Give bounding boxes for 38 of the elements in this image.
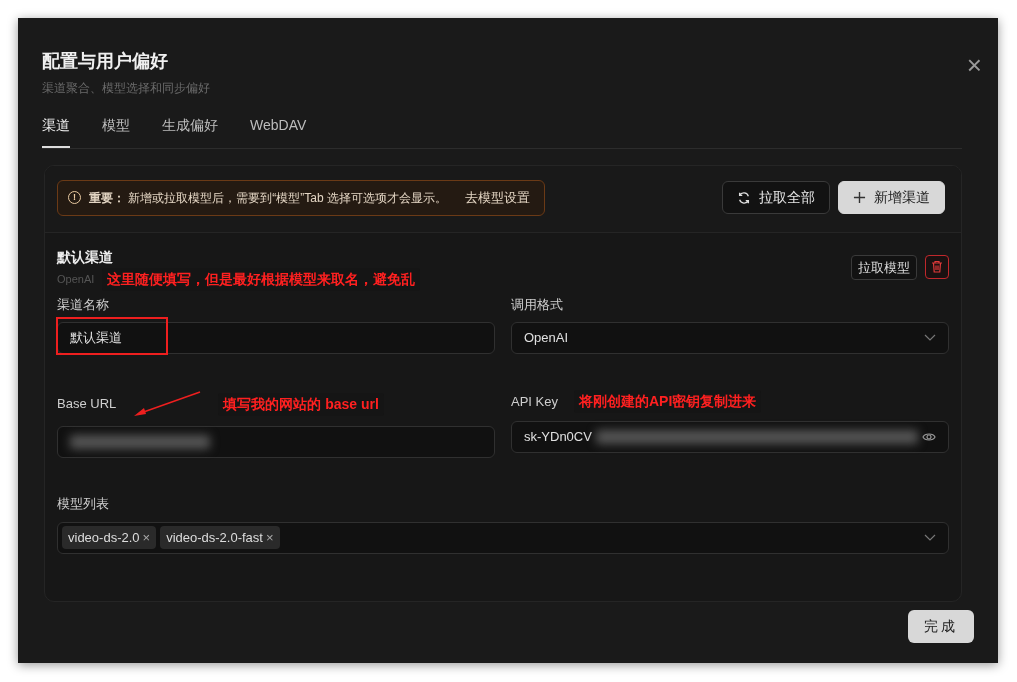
eye-icon[interactable] <box>922 432 936 442</box>
field-label: 调用格式 <box>511 295 563 314</box>
remove-tag-button[interactable]: × <box>265 527 274 548</box>
delete-button[interactable] <box>925 254 949 279</box>
input-field[interactable] <box>57 426 495 458</box>
channel-subtitle: OpenAI <box>57 271 95 287</box>
tab[interactable]: 生成偏好 <box>162 115 218 148</box>
tab[interactable]: 模型 <box>102 115 130 148</box>
field-label: 渠道名称 <box>57 295 109 314</box>
select-value: OpenAI <box>524 329 569 348</box>
field-label: 模型列表 <box>57 495 110 513</box>
fetch-all-button[interactable]: 拉取全部 <box>722 181 830 215</box>
add-channel-button[interactable]: 新增渠道 <box>838 181 945 215</box>
tab[interactable]: WebDAV <box>250 115 307 148</box>
trash-icon <box>931 260 943 273</box>
fetch-models-button[interactable]: 拉取模型 <box>851 254 917 280</box>
dialog-subtitle: 渠道聚合、模型选择和同步偏好 <box>42 80 210 97</box>
channel-title: 默认渠道 <box>57 247 114 267</box>
arrow-annotation <box>132 390 203 418</box>
plus-icon <box>853 191 866 205</box>
remove-tag-button[interactable]: × <box>142 527 151 548</box>
tab[interactable]: 渠道 <box>42 115 70 148</box>
notice-text: 重要： 新增或拉取模型后，需要到“模型”Tab 选择可选项才会显示。 <box>89 189 447 207</box>
refresh-icon <box>737 190 751 205</box>
tag-label: video-ds-2.0-fast <box>166 528 263 547</box>
done-button[interactable]: 完成 <box>908 610 974 643</box>
chevron-icon <box>924 334 936 342</box>
input-field[interactable]: sk-YDn0CV <box>511 421 949 453</box>
tag-label: video-ds-2.0 <box>68 528 140 547</box>
model-settings-link[interactable]: 去模型设置 <box>465 188 530 208</box>
multi-select-field[interactable]: video-ds-2.0 × video-ds-2.0-fast × <box>57 521 949 554</box>
close-button[interactable]: × <box>966 32 982 97</box>
field-label: API Key <box>511 392 558 411</box>
select-field[interactable]: OpenAI <box>511 322 949 354</box>
field-label: Base URL <box>57 395 117 414</box>
dialog-title: 配置与用户偏好 <box>42 50 169 73</box>
field-value: sk-YDn0CV <box>524 428 592 447</box>
chevron-icon <box>924 533 936 542</box>
